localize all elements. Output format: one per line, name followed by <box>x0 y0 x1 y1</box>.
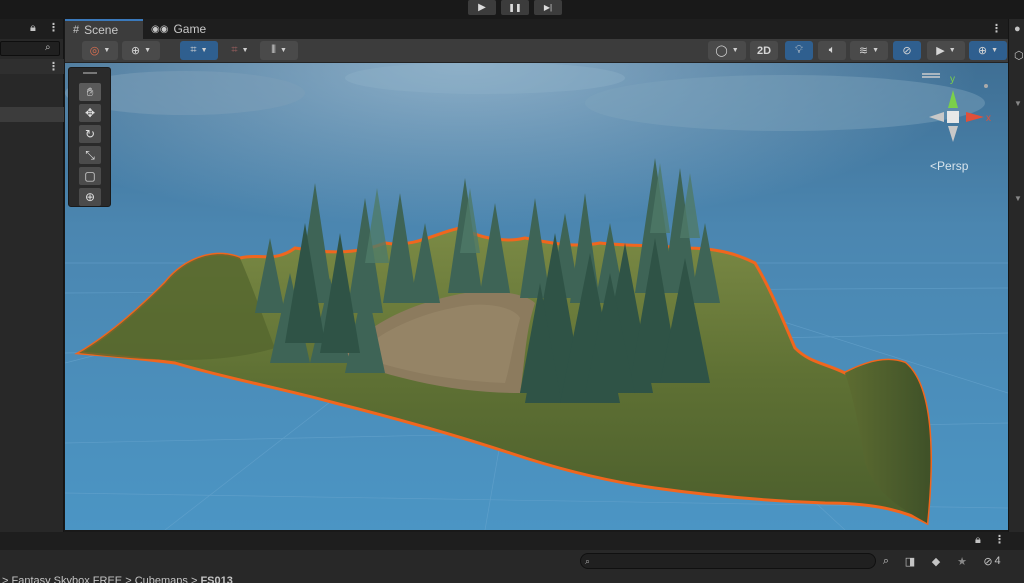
lock-icon-bottom[interactable]: 🔒︎ <box>975 534 981 547</box>
inspector-strip: ● ⬡ ▼ ▼ <box>1008 19 1024 532</box>
breadcrumb-current[interactable]: FS013 <box>200 575 232 583</box>
tab-game-label: Game <box>173 22 207 36</box>
pause-icon: ❚❚ <box>508 3 522 12</box>
pivot-dropdown[interactable]: ◎ ▼ <box>82 41 118 60</box>
hidden-eye-icon-bottom: ⊘ <box>983 555 993 568</box>
pivot-icon: ◎ <box>89 45 100 57</box>
lock-icon[interactable]: 🔒︎ <box>30 22 36 35</box>
step-button[interactable]: ▶| <box>534 0 562 15</box>
drag-handle[interactable] <box>83 72 97 74</box>
menu-kebab-icon[interactable]: ⋮ <box>48 21 59 34</box>
transform-tools-overlay: ✋︎ ✥ ↻ ⤡ ▢ ⊕ <box>68 67 111 207</box>
lighting-toggle[interactable]: 💡︎ <box>785 41 813 60</box>
layers-icon: ≋ <box>858 45 869 57</box>
gizmos-dropdown[interactable]: ⊕ ▼ <box>969 41 1007 60</box>
hierarchy-tab-row: 🔒︎ ⋮ <box>0 19 63 39</box>
move-tool-button[interactable]: ✥ <box>79 104 101 122</box>
hand-icon: ✋︎ <box>86 84 94 99</box>
filter-type-icon[interactable]: ◨ <box>902 553 918 569</box>
scene-menu-icon[interactable]: ⋮ <box>48 60 59 73</box>
breadcrumb-sep: > <box>125 575 135 583</box>
camera-icon: ▶︎ <box>936 45 945 57</box>
shading-mode-dropdown[interactable]: ◯ ▼ <box>708 41 746 60</box>
tab-game[interactable]: ◉◉ Game <box>143 19 213 39</box>
gizmo-y-label: y <box>950 74 955 85</box>
breadcrumb-item[interactable]: Fantasy Skybox FREE <box>11 575 122 583</box>
gamepad-icon: ◉◉ <box>151 23 169 35</box>
grid-snap-icon: ⌗ <box>190 44 197 56</box>
gizmo-x-label: x <box>986 113 991 124</box>
orientation-gizmo[interactable]: y x <Persp <box>922 70 1002 180</box>
transform-tool-button[interactable]: ⊕ <box>79 188 101 206</box>
rotate-icon: ↻ <box>84 127 96 141</box>
step-icon: ▶| <box>543 3 553 12</box>
hierarchy-selected-row[interactable] <box>0 107 64 122</box>
grid-snap-dropdown[interactable]: ⌗ ▼ <box>180 41 218 60</box>
project-search-input[interactable]: ⌕ <box>580 553 876 569</box>
rotate-tool-button[interactable]: ↻ <box>79 125 101 143</box>
hand-tool-button[interactable]: ✋︎ <box>79 83 101 101</box>
scene-toolbar: ◎ ▼ ⊕ ▼ ⌗ ▼ ⌗ ▼ ⦀ ▼ ◯ ▼ 2D 💡︎ 🔈︎ ≋ ▼ ⊘ ▶︎ ▼ ⊕ ▼ <box>65 39 1008 63</box>
rect-icon: ▢ <box>84 169 96 183</box>
globe-icon: ⊕ <box>130 45 141 57</box>
project-menu-kebab-icon[interactable]: ⋮ <box>994 533 1005 546</box>
scene-viewport[interactable] <box>65 63 1008 530</box>
mode-2d-toggle[interactable]: 2D <box>750 41 778 60</box>
rect-tool-button[interactable]: ▢ <box>79 167 101 185</box>
visibility-toggle[interactable]: ⊘ <box>893 41 921 60</box>
breadcrumb-sep: > <box>190 575 201 583</box>
collab-icon[interactable]: ● <box>1014 23 1021 35</box>
sphere-icon: ◯ <box>715 45 728 57</box>
move-icon: ✥ <box>84 106 96 120</box>
gizmo-icon: ⊕ <box>977 45 988 57</box>
hidden-eye-icon: ⊘ <box>902 45 912 57</box>
scene-menu-kebab-icon[interactable]: ⋮ <box>991 22 1002 35</box>
tab-scene[interactable]: # Scene <box>65 19 143 39</box>
speaker-icon: 🔈︎ <box>828 44 836 56</box>
audio-toggle[interactable]: 🔈︎ <box>818 41 846 60</box>
breadcrumb-item[interactable]: Cubemaps <box>135 575 188 583</box>
mode-2d-label: 2D <box>756 44 772 57</box>
collapse-arrow-icon[interactable]: ▼ <box>1014 99 1022 108</box>
tab-scene-label: Scene <box>84 23 119 37</box>
search-icon: ⌕ <box>45 42 51 53</box>
hierarchy-scene-row[interactable]: ⋮ <box>0 59 64 74</box>
hidden-packages-toggle[interactable]: ⊘ 4 <box>978 553 1006 569</box>
snap-increment-icon: ⌗ <box>231 44 238 56</box>
play-toolbar: ▶ ❚❚ ▶| <box>0 0 1024 19</box>
effects-dropdown[interactable]: ≋ ▼ <box>850 41 888 60</box>
search-icon-bottom: ⌕ <box>585 556 591 566</box>
play-button[interactable]: ▶ <box>468 0 496 15</box>
camera-dropdown[interactable]: ▶︎ ▼ <box>927 41 965 60</box>
projection-text: Persp <box>937 159 969 173</box>
breadcrumb: > Fantasy Skybox FREE > Cubemaps > FS013 <box>0 573 1024 583</box>
scene-tab-bar: # Scene ◉◉ Game ⋮ <box>65 19 1008 39</box>
collapse-arrow-icon-2[interactable]: ▼ <box>1014 194 1022 203</box>
bars-icon: ⦀ <box>271 44 276 56</box>
pause-button[interactable]: ❚❚ <box>501 0 529 15</box>
scale-icon: ⤡ <box>85 147 95 162</box>
hierarchy-panel: 🔒︎ ⋮ ⌕ ⋮ <box>0 19 64 532</box>
play-icon: ▶ <box>478 2 486 13</box>
grid-icon: # <box>73 24 80 36</box>
lightbulb-icon: 💡︎ <box>795 44 803 56</box>
cube-icon[interactable]: ⬡ <box>1014 49 1024 62</box>
label-icon[interactable]: ◆ <box>928 553 944 569</box>
hierarchy-search-input[interactable]: ⌕ <box>0 41 60 56</box>
scene-render <box>65 63 1008 530</box>
scale-tool-button[interactable]: ⤡ <box>79 146 101 164</box>
hidden-count: 4 <box>994 555 1001 567</box>
increment-snap-dropdown[interactable]: ⌗ ▼ <box>221 41 259 60</box>
search-by-type-icon[interactable]: ⌕ <box>878 553 894 569</box>
project-tab-bar: 🔒︎ ⋮ <box>0 532 1024 550</box>
render-paths-dropdown[interactable]: ⦀ ▼ <box>260 41 298 60</box>
transform-icon: ⊕ <box>84 190 96 204</box>
projection-label[interactable]: <Persp <box>930 159 968 173</box>
favorite-star-icon[interactable]: ★ <box>954 553 970 569</box>
global-dropdown[interactable]: ⊕ ▼ <box>122 41 160 60</box>
